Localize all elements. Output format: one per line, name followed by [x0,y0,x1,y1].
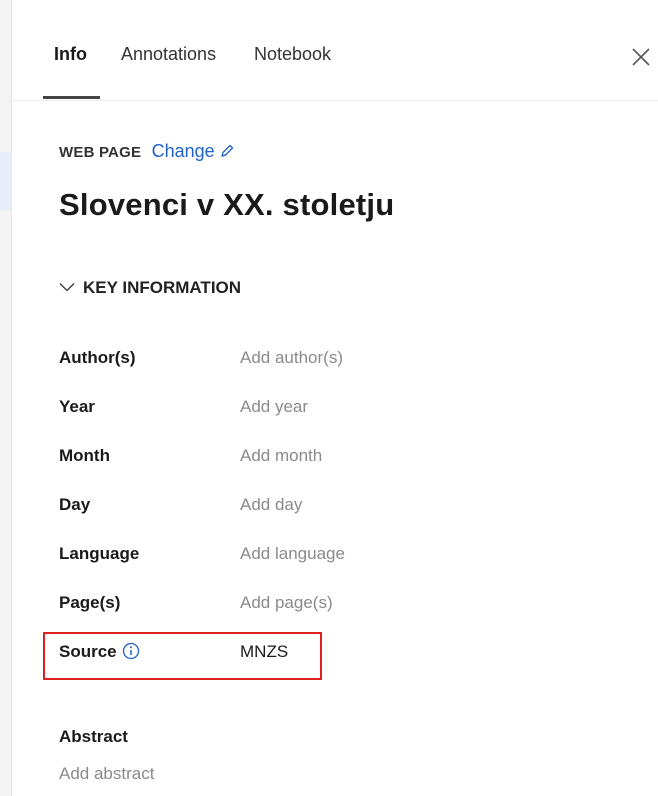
language-input[interactable]: Add language [240,544,345,564]
field-label: Month [59,446,110,465]
field-label: Day [59,495,91,514]
change-link-label: Change [151,141,215,161]
tab-annotations[interactable]: Annotations [121,44,216,65]
tab-bar: Info Annotations Notebook [12,0,658,101]
abstract-label: Abstract [59,727,128,746]
pages-input[interactable]: Add page(s) [240,593,333,613]
chevron-down-icon [59,277,75,297]
item-title[interactable]: Slovenci v XX. stoletju [59,187,394,223]
year-input[interactable]: Add year [240,397,308,417]
active-tab-indicator [43,96,100,99]
key-information-toggle[interactable]: KEY INFORMATION [59,277,241,298]
left-panel-accent [0,152,11,210]
item-type-label: WEB PAGE [59,144,142,161]
left-panel-edge [0,0,12,796]
close-icon [632,48,650,66]
field-label: Language [59,544,140,563]
source-highlight-box [43,632,322,680]
change-type-link[interactable]: Change [152,141,235,161]
day-input[interactable]: Add day [240,495,302,515]
tab-info[interactable]: Info [54,44,87,65]
field-label: Author(s) [59,348,136,367]
field-label: Year [59,397,95,416]
pencil-icon [219,143,235,164]
item-type-line: WEB PAGE Change [59,141,235,164]
field-label: Page(s) [59,593,121,612]
tab-notebook[interactable]: Notebook [254,44,331,65]
abstract-input[interactable]: Add abstract [59,764,154,784]
close-button[interactable] [624,40,658,74]
authors-input[interactable]: Add author(s) [240,348,343,368]
month-input[interactable]: Add month [240,446,322,466]
key-information-heading: KEY INFORMATION [83,278,242,297]
